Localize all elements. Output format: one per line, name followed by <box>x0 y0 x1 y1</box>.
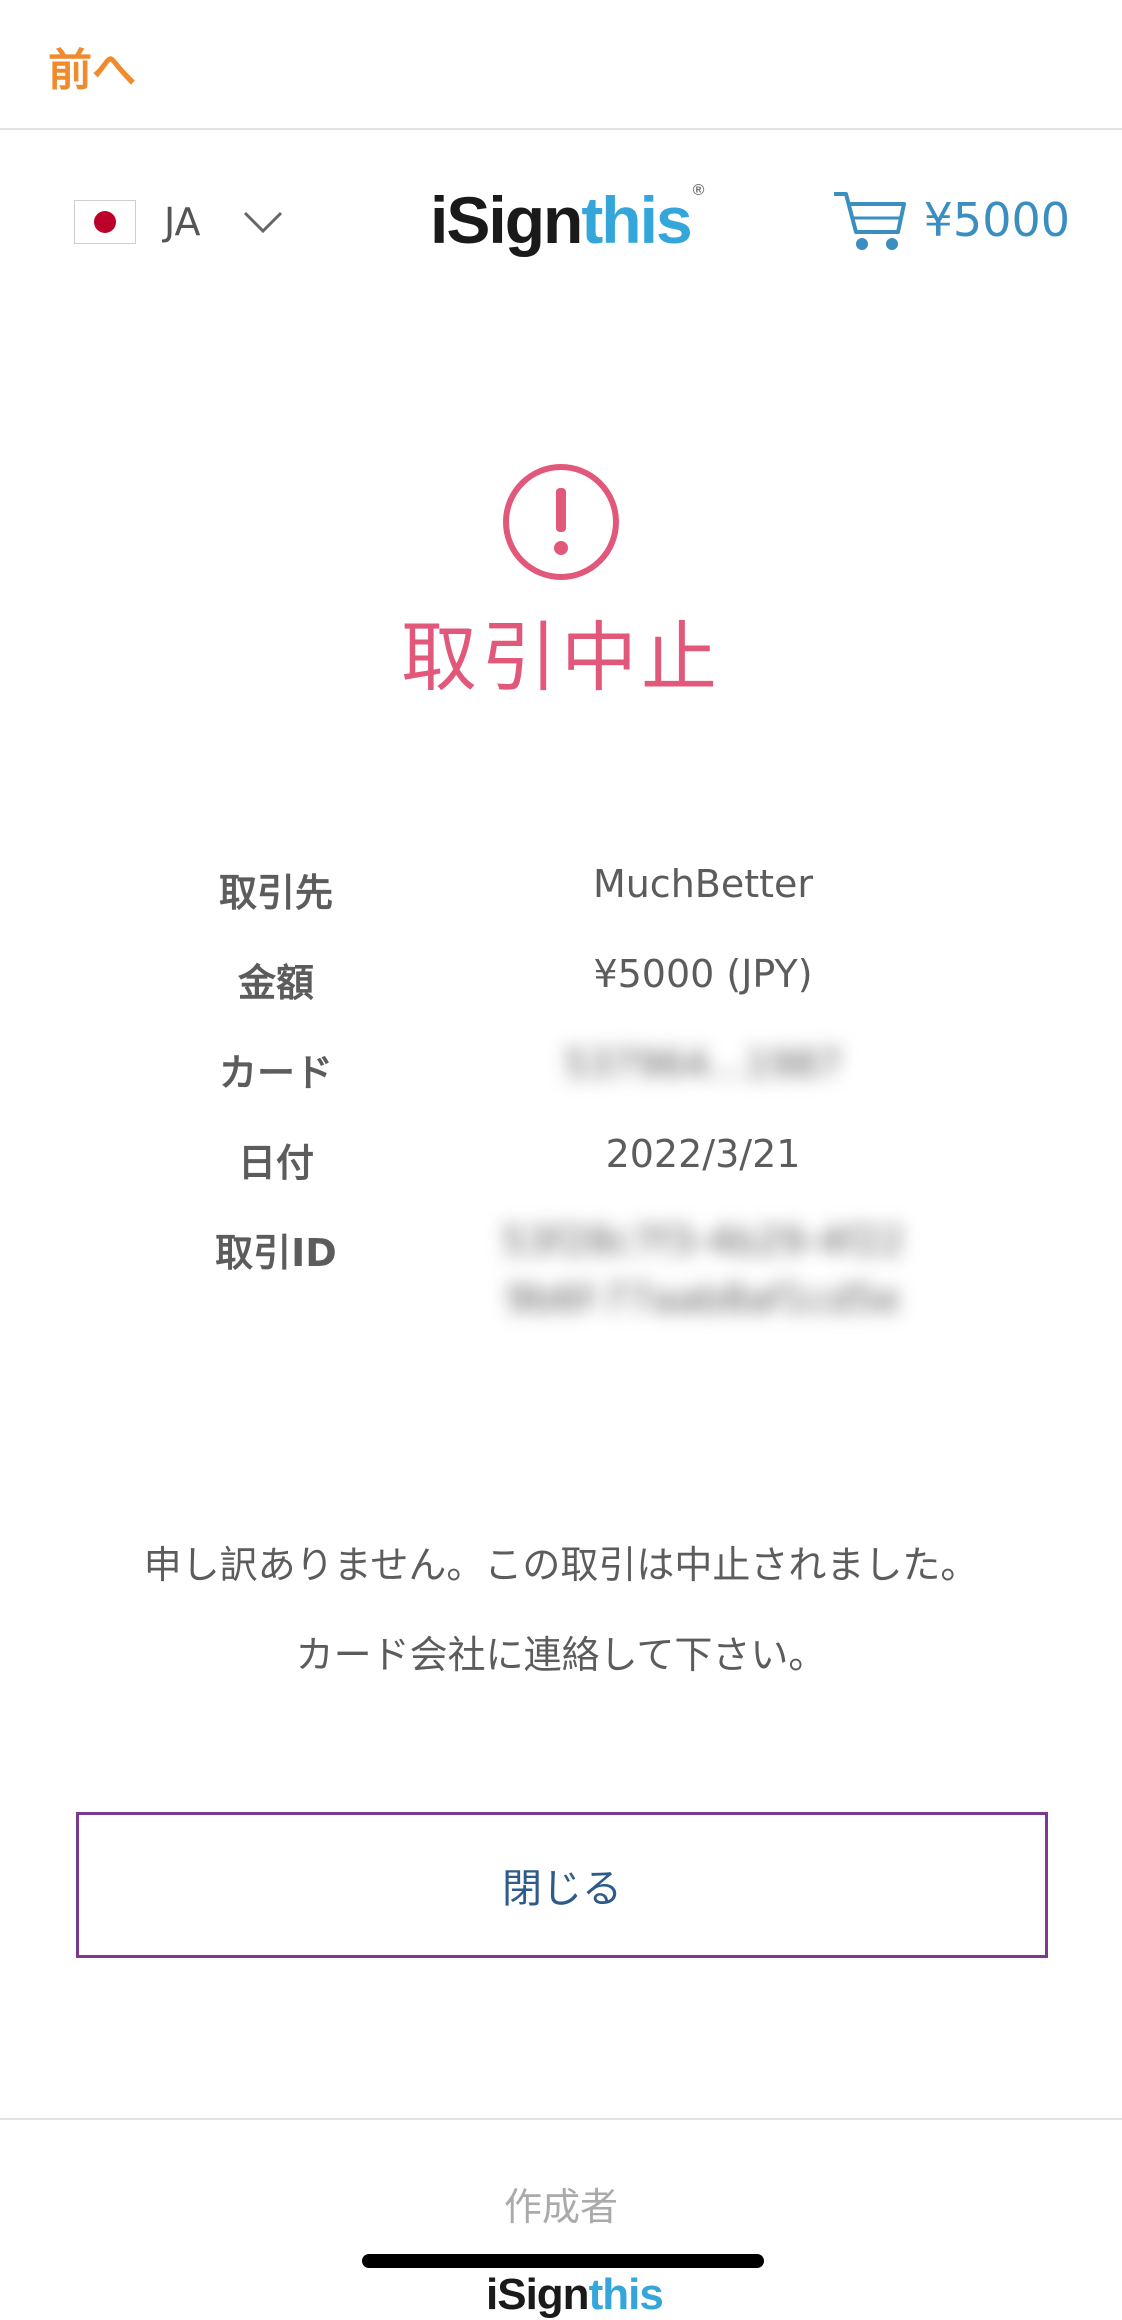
home-indicator[interactable] <box>362 2254 764 2268</box>
transaction-details: 取引先 MuchBetter 金額 ¥5000 (JPY) カード 537964… <box>0 852 1122 1332</box>
footer-logo-text-1: iSign <box>486 2270 590 2319</box>
card-number-blurred: 537964...1987 <box>563 1042 842 1086</box>
cart-summary: ¥5000 <box>832 188 1070 252</box>
language-code: JA <box>164 200 201 244</box>
detail-row-transaction-id: 取引ID 53f28c7f3-4b29-4f22 9b6f-77aab8af1c… <box>0 1212 1122 1332</box>
detail-row-merchant: 取引先 MuchBetter <box>0 852 1122 942</box>
footer-logo-text-2: this <box>588 2270 664 2319</box>
detail-row-card: カード 537964...1987 <box>0 1032 1122 1122</box>
registered-mark: ® <box>692 182 705 199</box>
footer-isignthis-logo: iSignthis <box>486 2270 664 2320</box>
top-bar: 前へ <box>0 0 1122 130</box>
detail-row-date: 日付 2022/3/21 <box>0 1122 1122 1212</box>
detail-row-amount: 金額 ¥5000 (JPY) <box>0 942 1122 1032</box>
transaction-status: 取引中止 <box>0 462 1122 706</box>
error-message-line-1: 申し訳ありません。この取引は中止されました。 <box>143 1543 979 1587</box>
transaction-id-line-1: 53f28c7f3-4b29-4f22 <box>501 1219 905 1263</box>
status-title: 取引中止 <box>401 613 721 702</box>
cart-icon <box>833 192 906 250</box>
footer: 作成者 iSignthis <box>0 2118 1122 2319</box>
detail-value: 2022/3/21 <box>605 1132 801 1176</box>
transaction-id-line-2: 9b6f-77aab8af1cd5e <box>505 1277 901 1321</box>
japan-flag-icon <box>74 200 136 244</box>
error-message: 申し訳ありません。この取引は中止されました。 カード会社に連絡して下さい。 <box>0 1520 1122 1700</box>
powered-by-label: 作成者 <box>503 2185 618 2229</box>
transaction-id-blurred: 53f28c7f3-4b29-4f22 9b6f-77aab8af1cd5e <box>420 1212 986 1328</box>
close-button[interactable]: 閉じる <box>76 1812 1048 1958</box>
isignthis-logo: iSign this ® <box>430 178 705 258</box>
header: JA iSign this ® ¥5000 <box>0 130 1122 310</box>
logo-text-2: this <box>581 183 692 257</box>
detail-value: MuchBetter <box>592 862 814 906</box>
language-selector[interactable]: JA <box>74 192 283 252</box>
logo-text-1: iSign <box>430 183 583 257</box>
alert-circle-icon <box>503 464 619 580</box>
error-message-line-2: カード会社に連絡して下さい。 <box>295 1633 827 1677</box>
detail-value: ¥5000 (JPY) <box>593 952 813 996</box>
back-button[interactable]: 前へ <box>48 34 136 98</box>
cart-amount: ¥5000 <box>923 193 1070 247</box>
chevron-down-icon <box>243 211 282 234</box>
